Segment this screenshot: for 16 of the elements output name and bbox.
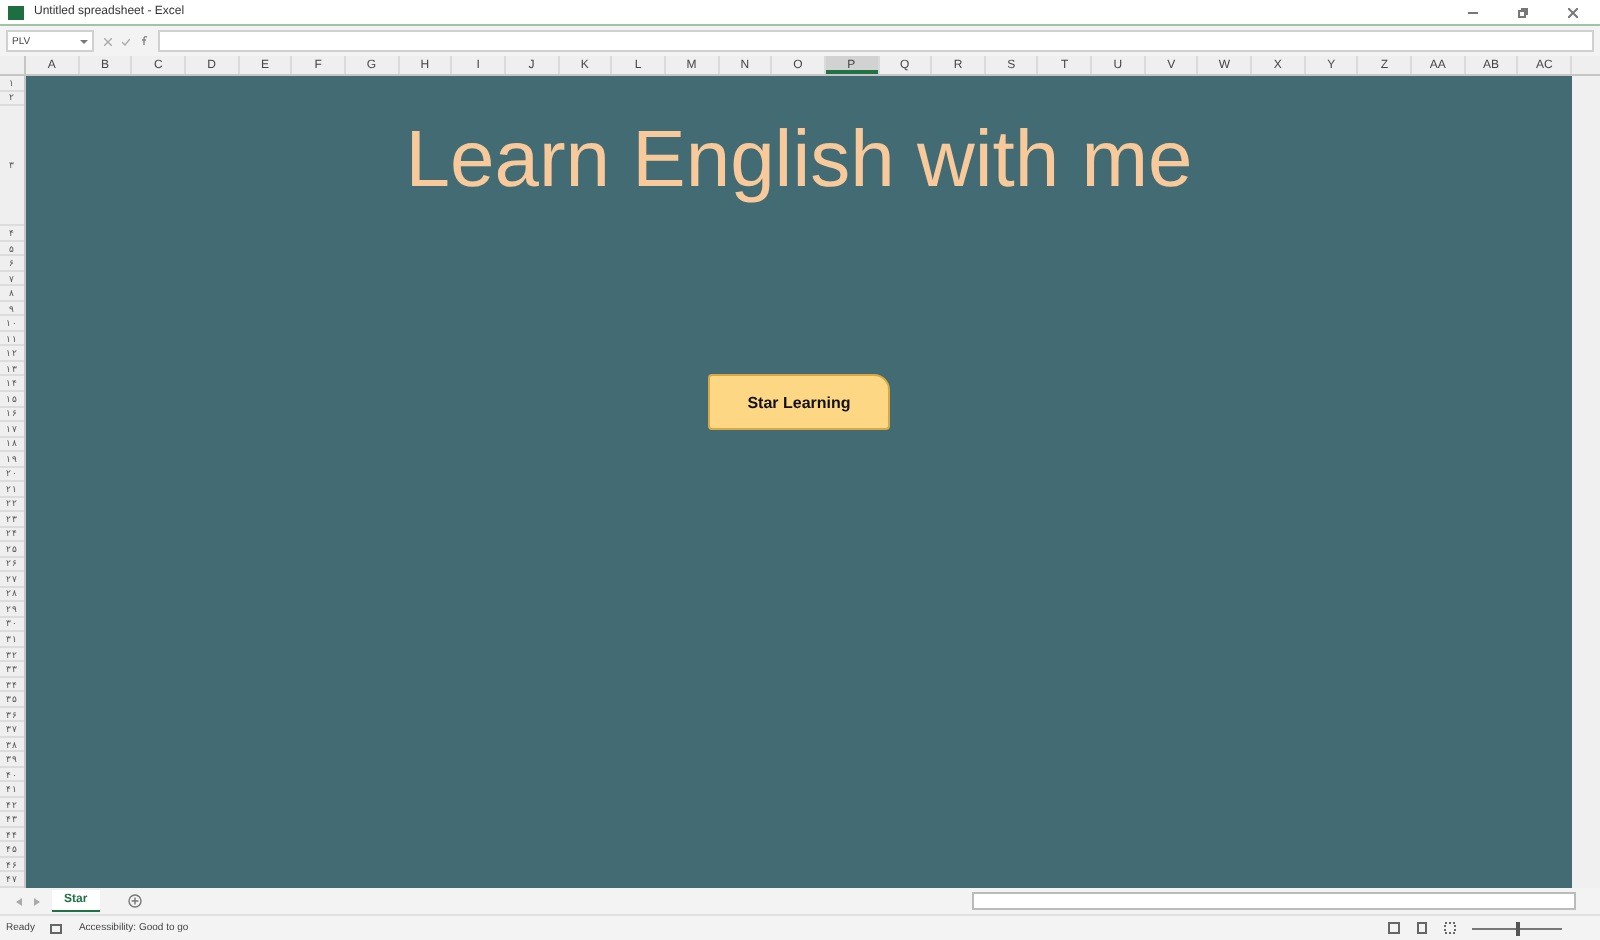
- check-icon[interactable]: [122, 37, 130, 45]
- horizontal-scrollbar[interactable]: [972, 892, 1576, 910]
- restore-icon[interactable]: [1517, 7, 1527, 17]
- page-break-icon[interactable]: [1444, 922, 1456, 934]
- formula-field[interactable]: [158, 30, 1594, 52]
- close-icon[interactable]: [1567, 7, 1577, 17]
- page-layout-icon[interactable]: [1416, 922, 1428, 934]
- add-sheet-icon[interactable]: [127, 894, 142, 908]
- sheet-heading: Learn English with me: [405, 116, 1193, 206]
- vertical-scrollbar[interactable]: [1572, 76, 1600, 888]
- app-icon: [8, 5, 24, 19]
- macro-icon[interactable]: [50, 923, 63, 933]
- minimize-icon[interactable]: [1467, 11, 1477, 13]
- function-icon[interactable]: [140, 36, 148, 46]
- start-button[interactable]: Star Learning: [708, 374, 890, 430]
- normal-view-icon[interactable]: [1388, 922, 1400, 934]
